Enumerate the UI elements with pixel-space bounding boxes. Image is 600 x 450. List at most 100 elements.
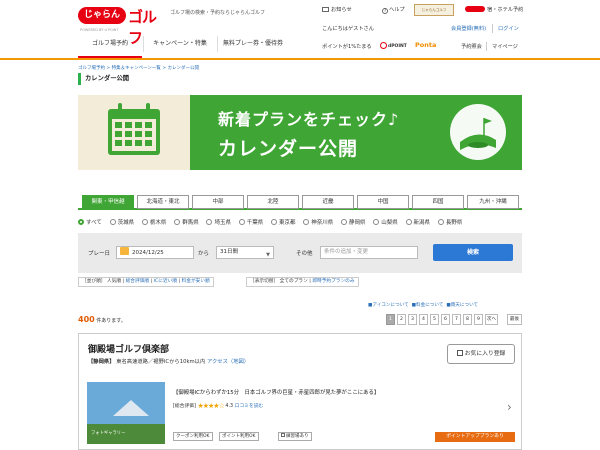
- logo-subtext: POWERED BY d POINT: [80, 28, 119, 32]
- icon-info-link[interactable]: ■アイコンについて: [368, 303, 409, 308]
- region-tab-chugoku[interactable]: 中国: [357, 195, 409, 209]
- course-name[interactable]: 御殿場ゴルフ倶楽部: [88, 342, 169, 355]
- pref-radio-ibaraki[interactable]: 茨城県: [109, 216, 134, 230]
- tab-campaign[interactable]: キャンペーン・特集: [144, 34, 216, 58]
- course-description: 【御殿場ICからわずか15分 日本ゴルフ界の巨星・赤星四郎が見た夢がここにある】: [173, 390, 380, 396]
- page-8[interactable]: 8: [463, 314, 472, 325]
- sort-ic-near[interactable]: ICに近い順: [154, 279, 177, 284]
- calendar-small-icon: [120, 247, 129, 255]
- promo-sticker[interactable]: じゃらんゴルフ: [414, 4, 454, 16]
- search-button[interactable]: 検索: [433, 244, 513, 261]
- region-tab-hokuriku[interactable]: 北陸: [247, 195, 299, 209]
- search-panel: プレー日 2024/12/25 から 31日間 ▼ その他 条件の追加・変更 検索: [78, 233, 522, 273]
- region-tab-kanto[interactable]: 関東・甲信越: [82, 195, 134, 209]
- pref-radio-shizuoka[interactable]: 静岡県: [341, 216, 366, 230]
- calendar-banner[interactable]: 新着プランをチェック♪ カレンダー公開: [78, 95, 522, 170]
- reservation-check-link[interactable]: 予約照会: [461, 43, 482, 50]
- prefecture-filter: すべて 茨城県 栃木県 群馬県 埼玉県 千葉県 東京都 神奈川県 静岡県 山梨県…: [78, 216, 522, 230]
- ponta-logo: Ponta: [415, 41, 437, 49]
- pref-radio-tokyo[interactable]: 東京都: [270, 216, 296, 230]
- help-icon: ?: [382, 8, 388, 14]
- region-tabs: 関東・甲信越 北海道・東北 中部 北陸 近畿 中国 四国 九州・沖縄: [78, 195, 522, 210]
- favorite-button[interactable]: お気に入り登録: [447, 344, 515, 364]
- photo-gallery-caption: フォトギャラリー: [91, 431, 126, 436]
- notice-link[interactable]: お知らせ: [322, 6, 352, 13]
- banner-headline: 新着プランをチェック♪: [218, 110, 400, 129]
- play-date-input[interactable]: 2024/12/25: [116, 246, 194, 259]
- page-4[interactable]: 4: [419, 314, 428, 325]
- sort-rating[interactable]: 総合評価順: [126, 279, 149, 284]
- access-map-link[interactable]: アクセス（地図）: [207, 359, 249, 365]
- page-2[interactable]: 2: [397, 314, 406, 325]
- radio-icon: [206, 219, 213, 225]
- tag-coupon: クーポン利用OK: [173, 432, 213, 441]
- tab-golf-reservation[interactable]: ゴルフ場予約: [78, 34, 142, 58]
- practice-icon: [281, 433, 285, 437]
- radio-icon: [109, 219, 116, 225]
- display-all-plans[interactable]: 全てのプラン: [280, 279, 308, 284]
- page-7[interactable]: 7: [452, 314, 461, 325]
- period-select[interactable]: 31日間 ▼: [216, 246, 274, 259]
- page-next[interactable]: 次へ: [485, 314, 498, 325]
- chevron-right-icon[interactable]: ›: [507, 400, 512, 414]
- page-6[interactable]: 6: [441, 314, 450, 325]
- rating-value: 4.3: [225, 404, 234, 409]
- course-location: 【静岡県】 東名高速道路／裾野ICから10km以内 アクセス（地図）: [88, 359, 250, 365]
- radio-icon: [174, 219, 181, 225]
- other-label: その他: [296, 251, 313, 257]
- login-link[interactable]: ログイン: [498, 25, 519, 32]
- pref-radio-chiba[interactable]: 千葉県: [238, 216, 263, 230]
- region-tab-hokkaido-tohoku[interactable]: 北海道・東北: [137, 195, 189, 209]
- page-9[interactable]: 9: [474, 314, 483, 325]
- course-photo[interactable]: フォトギャラリー: [87, 382, 165, 444]
- checkbox-icon: [456, 350, 463, 356]
- mypage-link[interactable]: マイページ: [492, 43, 518, 50]
- page-1[interactable]: 1: [386, 314, 395, 325]
- radio-icon: [303, 219, 310, 225]
- pref-radio-all[interactable]: すべて: [78, 216, 102, 230]
- rain-info-link[interactable]: ■雨天について: [446, 303, 478, 308]
- help-link[interactable]: ? ヘルプ: [382, 6, 405, 14]
- region-tab-kinki[interactable]: 近畿: [302, 195, 354, 209]
- from-label: から: [198, 251, 210, 257]
- pref-radio-saitama[interactable]: 埼玉県: [206, 216, 231, 230]
- pref-radio-tochigi[interactable]: 栃木県: [141, 216, 166, 230]
- fee-info-link[interactable]: ■料金について: [412, 303, 444, 308]
- condition-input[interactable]: 条件の追加・変更: [320, 246, 418, 259]
- dpoint-icon: [380, 42, 387, 49]
- points-text: ポイントが1%たまる: [322, 44, 372, 50]
- region-tab-shikoku[interactable]: 四国: [412, 195, 464, 209]
- jalan-golf-logo[interactable]: じゃらん ゴルフ POWERED BY d POINT: [78, 7, 168, 47]
- sort-popular[interactable]: 人気順: [107, 279, 121, 284]
- result-number: 400: [78, 315, 95, 324]
- radio-icon: [141, 219, 148, 225]
- rating-row: [総合評価] ★★★★☆ 4.3 口コミを読む: [173, 402, 264, 410]
- pref-radio-yamanashi[interactable]: 山梨県: [373, 216, 398, 230]
- tab-free-play[interactable]: 無料プレー券・優待券: [218, 34, 288, 58]
- breadcrumb[interactable]: ゴルフ場予約 > 特集＆キャンペーン一覧 > カレンダー公開: [78, 65, 199, 71]
- radio-icon: [341, 219, 348, 225]
- page-3[interactable]: 3: [408, 314, 417, 325]
- hotel-link[interactable]: 宿・ホテル予約: [465, 6, 523, 13]
- pref-radio-gunma[interactable]: 群馬県: [174, 216, 199, 230]
- page-last[interactable]: 最後: [507, 314, 522, 325]
- reviews-link[interactable]: 口コミを読む: [235, 404, 264, 409]
- radio-icon: [238, 219, 245, 225]
- region-tab-kyushu[interactable]: 九州・沖縄: [467, 195, 519, 209]
- page-5[interactable]: 5: [430, 314, 439, 325]
- header-bottom-bar: [0, 58, 600, 60]
- register-link[interactable]: 会員登録(無料): [451, 25, 486, 32]
- pref-radio-kanagawa[interactable]: 神奈川県: [303, 216, 333, 230]
- pref-radio-niigata[interactable]: 新潟県: [405, 216, 430, 230]
- sort-price[interactable]: 料金が安い順: [182, 279, 210, 284]
- display-instant-plans[interactable]: 即時予約プランのみ: [312, 279, 354, 284]
- result-count: 400 件あります。: [78, 315, 126, 324]
- greeting-text: こんにちはゲストさん: [322, 26, 374, 32]
- point-up-badge[interactable]: ポイントアッププランあり: [435, 432, 515, 442]
- course-card: 御殿場ゴルフ倶楽部 【静岡県】 東名高速道路／裾野ICから10km以内 アクセス…: [78, 333, 522, 450]
- logo-jalan: じゃらん: [78, 7, 126, 24]
- jalan-mini-icon: [465, 6, 485, 12]
- pref-radio-nagano[interactable]: 長野県: [437, 216, 462, 230]
- radio-icon: [270, 219, 277, 225]
- region-tab-chubu[interactable]: 中部: [192, 195, 244, 209]
